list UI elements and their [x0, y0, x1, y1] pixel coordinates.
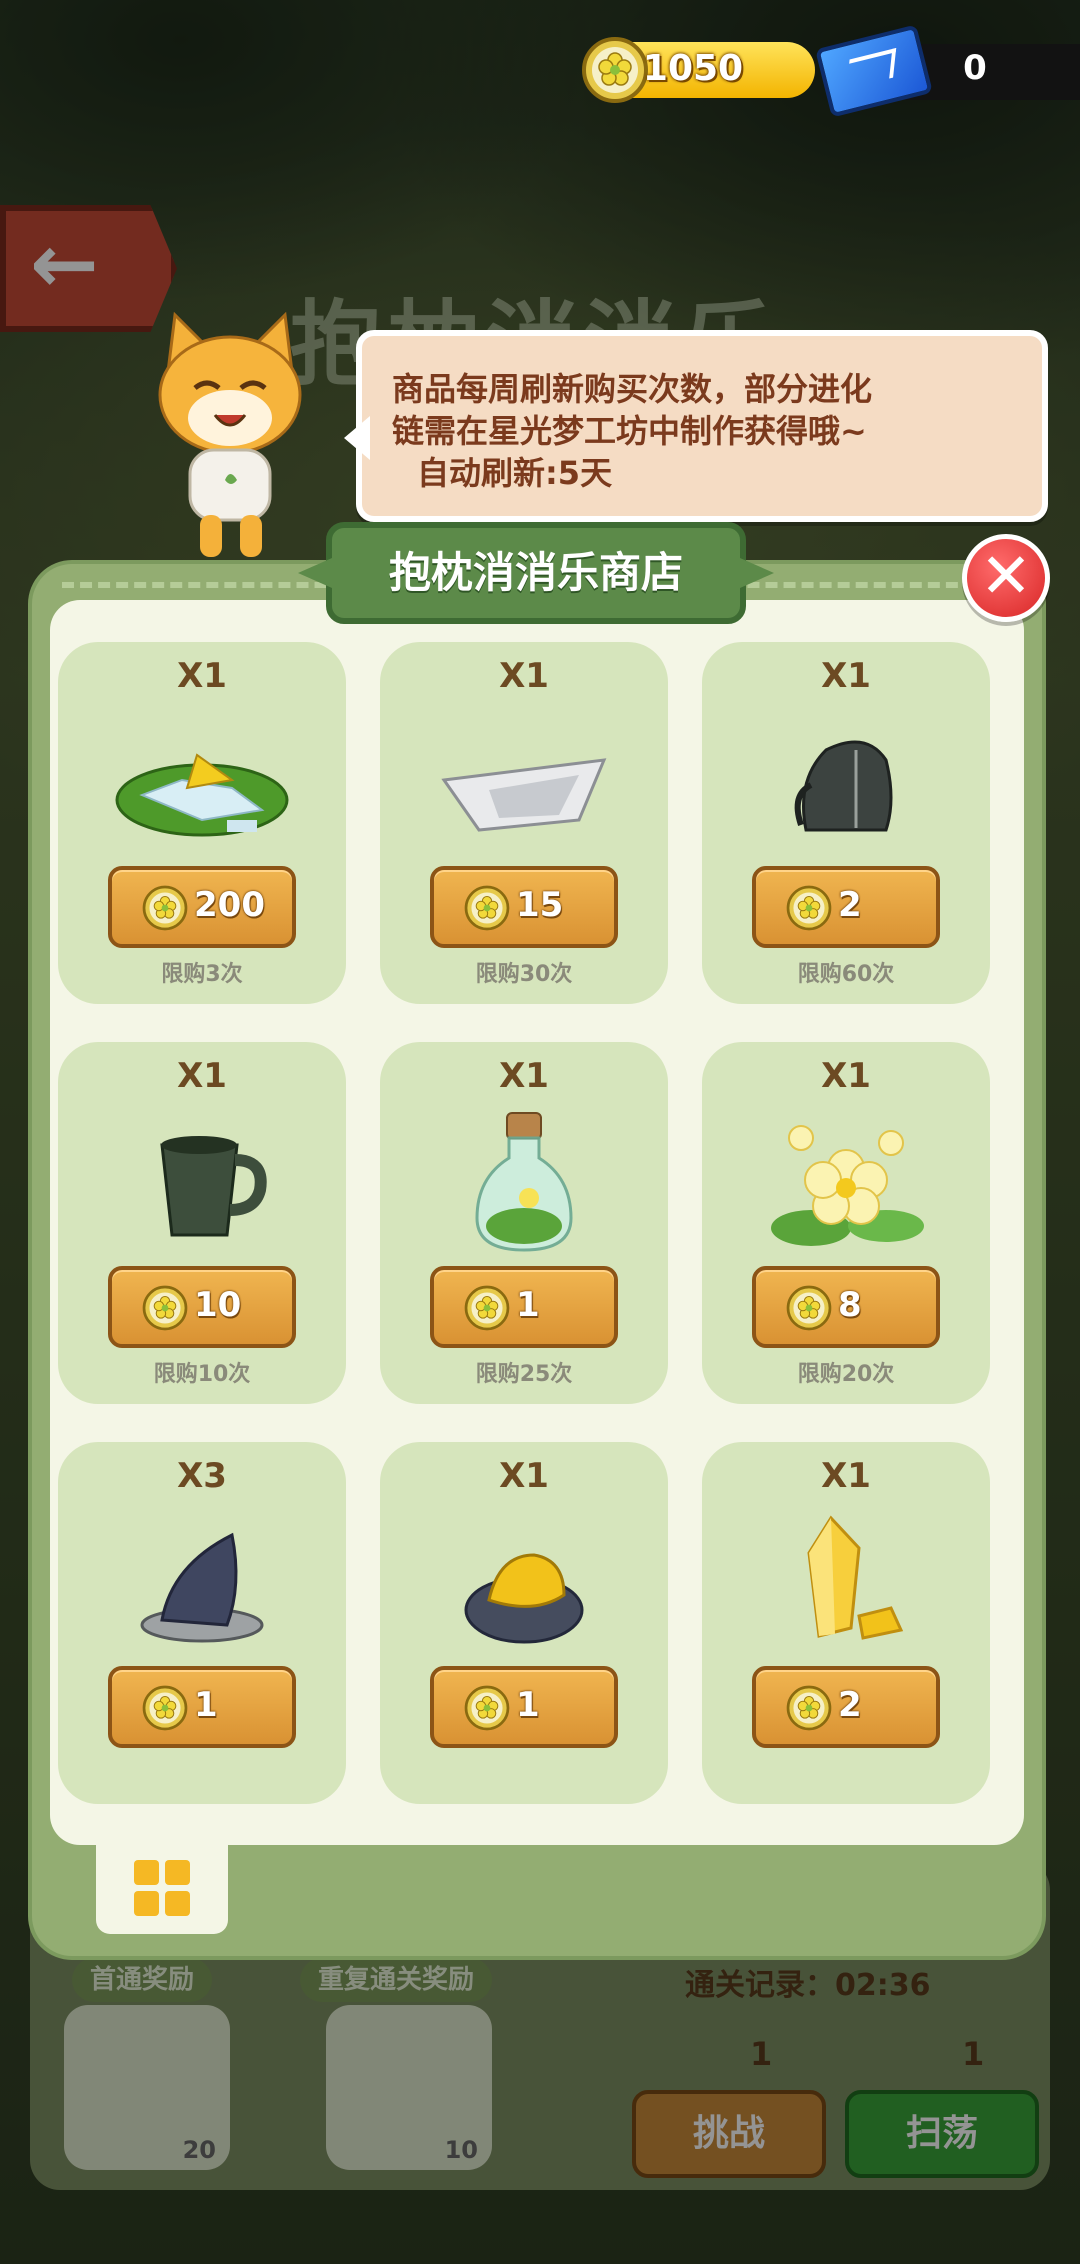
mug-icon [160, 1136, 267, 1237]
coin-amount: 1050 [642, 48, 744, 89]
shop-item-gold-ore[interactable]: X1 1 [380, 1442, 668, 1804]
cat-mascot [158, 311, 302, 557]
shop-item-mug[interactable]: X1 10 限购10次 [58, 1042, 346, 1404]
buy-button[interactable]: 1 [108, 1666, 296, 1748]
item-quantity: X1 [821, 1056, 871, 1096]
shop-title: 抱枕消消乐商店 [326, 522, 746, 624]
coin-icon [786, 1285, 832, 1331]
flower-icon [771, 1125, 924, 1246]
item-quantity: X1 [499, 656, 549, 696]
shop-item-bottle[interactable]: X1 1 限购25次 [380, 1042, 668, 1404]
item-price: 8 [838, 1285, 862, 1325]
buy-button[interactable]: 10 [108, 1266, 296, 1348]
coin-icon [464, 885, 510, 931]
stone-icon [140, 1532, 264, 1643]
coin-icon [786, 1685, 832, 1731]
shop-item-crystal[interactable]: X1 2 [702, 1442, 990, 1804]
coin-icon [142, 885, 188, 931]
item-price: 200 [194, 885, 265, 925]
item-price: 1 [194, 1685, 218, 1725]
shop-item-backpack[interactable]: X1 2 限购60次 [702, 642, 990, 1004]
grid-icon [134, 1860, 190, 1916]
buy-button[interactable]: 2 [752, 1666, 940, 1748]
coin-counter: 1050 [582, 37, 815, 103]
crystal-icon [807, 1515, 904, 1640]
ticket-amount: 0 [963, 48, 987, 88]
item-price: 1 [516, 1685, 540, 1725]
grass-patch-icon [115, 753, 289, 837]
item-quantity: X3 [177, 1456, 227, 1496]
coin-icon [464, 1685, 510, 1731]
coin-icon [464, 1285, 510, 1331]
shop-item-grass[interactable]: X1 200 限购3次 [58, 642, 346, 1004]
info-speech-bubble: 商品每周刷新购买次数，部分进化 链需在星光梦工坊中制作获得哦~ 自动刷新:5天 [344, 330, 1048, 522]
buy-button[interactable]: 2 [752, 866, 940, 948]
paper-boat-icon [441, 758, 607, 832]
coin-icon [786, 885, 832, 931]
buy-button[interactable]: 1 [430, 1666, 618, 1748]
bubble-line-2: 链需在星光梦工坊中制作获得哦~ [392, 412, 867, 450]
item-price: 2 [838, 885, 862, 925]
item-quantity: X1 [499, 1456, 549, 1496]
coin-icon [142, 1685, 188, 1731]
purchase-limit: 限购10次 [153, 1362, 251, 1387]
purchase-limit: 限购20次 [797, 1362, 895, 1387]
shop-item-paper-boat[interactable]: X1 15 限购30次 [380, 642, 668, 1004]
close-button[interactable]: ✕ [962, 534, 1050, 622]
item-quantity: X1 [177, 1056, 227, 1096]
buy-button[interactable]: 1 [430, 1266, 618, 1348]
buy-button[interactable]: 8 [752, 1266, 940, 1348]
purchase-limit: 限购3次 [161, 962, 243, 987]
bottle-icon [475, 1112, 573, 1252]
item-quantity: X1 [177, 656, 227, 696]
item-price: 2 [838, 1685, 862, 1725]
item-quantity: X1 [821, 1456, 871, 1496]
category-tab[interactable] [96, 1838, 228, 1934]
close-icon: ✕ [980, 539, 1032, 612]
item-quantity: X1 [499, 1056, 549, 1096]
shop-item-stone[interactable]: X3 1 [58, 1442, 346, 1804]
backpack-icon [794, 740, 893, 832]
item-price: 10 [194, 1285, 242, 1325]
buy-button[interactable]: 200 [108, 866, 296, 948]
refresh-timer: 自动刷新:5天 [417, 454, 613, 492]
item-price: 15 [516, 885, 564, 925]
purchase-limit: 限购60次 [797, 962, 895, 987]
item-quantity: X1 [821, 656, 871, 696]
purchase-limit: 限购25次 [475, 1362, 573, 1387]
bubble-line-1: 商品每周刷新购买次数，部分进化 [392, 370, 873, 408]
coin-icon [142, 1285, 188, 1331]
gold-ore-icon [464, 1553, 584, 1644]
item-price: 1 [516, 1285, 540, 1325]
purchase-limit: 限购30次 [475, 962, 573, 987]
shop-item-flower[interactable]: X1 8 限购20次 [702, 1042, 990, 1404]
buy-button[interactable]: 15 [430, 866, 618, 948]
